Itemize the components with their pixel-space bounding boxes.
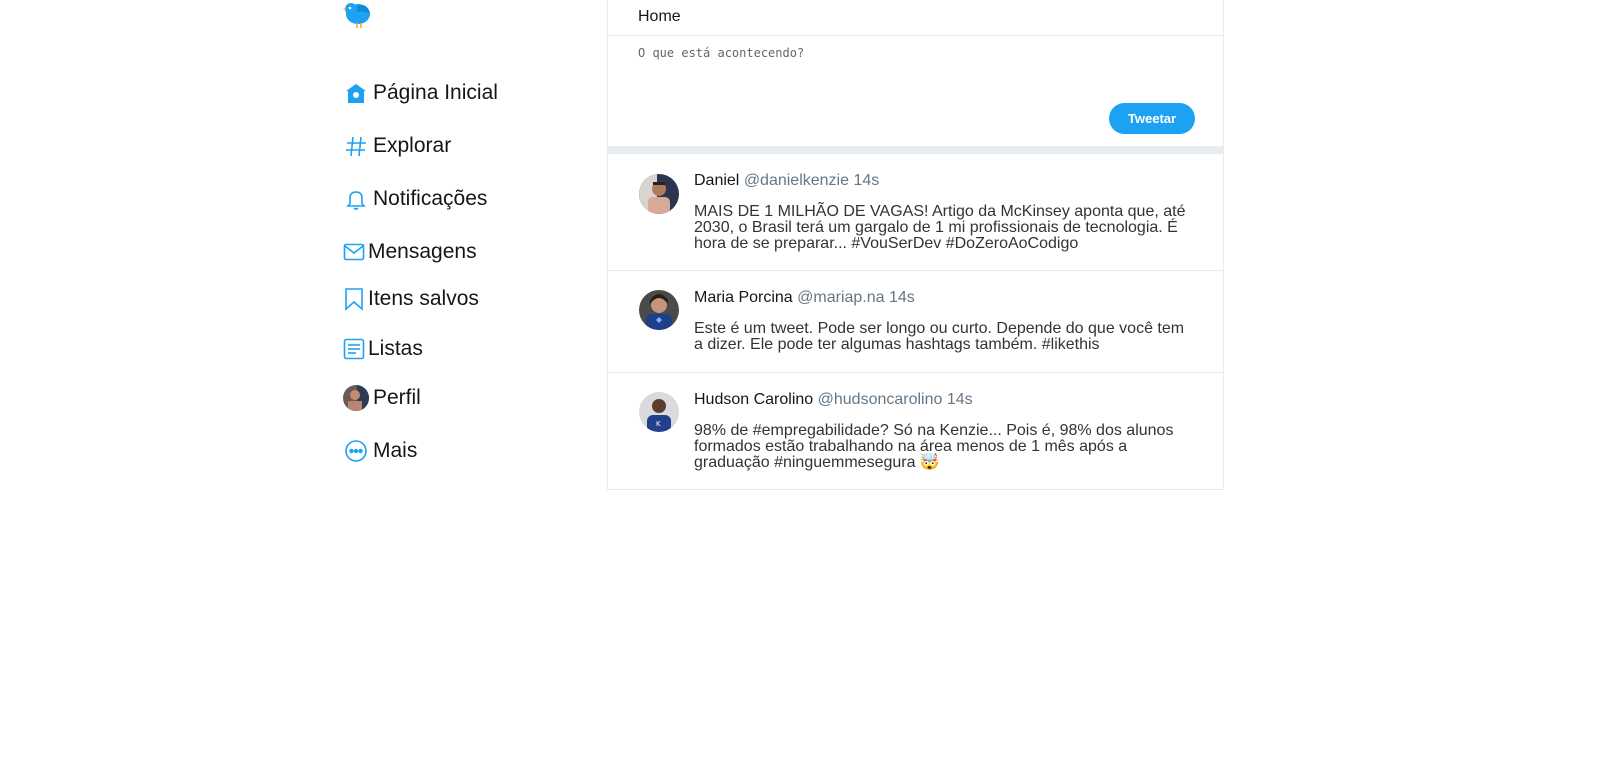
list-icon	[343, 336, 365, 362]
envelope-icon	[343, 239, 365, 265]
sidebar-item-label: Notificações	[373, 187, 488, 210]
avatar	[343, 385, 369, 411]
tweet-composer: Tweetar	[608, 36, 1223, 146]
hashtag-icon	[343, 133, 369, 159]
timeline: Home Tweetar Daniel @danielkenzie 14s MA…	[607, 0, 1224, 490]
tweet-time: 14s	[889, 289, 915, 306]
tweet-handle[interactable]: @hudsoncarolino	[818, 391, 943, 408]
tweet-author-name[interactable]: Hudson Carolino	[694, 391, 813, 408]
bird-logo-icon[interactable]	[343, 0, 375, 30]
tweet-meta: Daniel @danielkenzie 14s	[694, 172, 879, 190]
tweet-meta: Maria Porcina @mariap.na 14s	[694, 289, 915, 307]
tweet-meta: Hudson Carolino @hudsoncarolino 14s	[694, 391, 973, 409]
sidebar-item-label: Mensagens	[368, 240, 477, 263]
section-divider	[608, 146, 1223, 154]
sidebar-item-notifications[interactable]: Notificações	[343, 186, 487, 212]
home-icon	[343, 80, 369, 106]
tweet-button[interactable]: Tweetar	[1109, 103, 1195, 134]
page-title: Home	[608, 0, 1223, 36]
sidebar-item-lists[interactable]: Listas	[343, 336, 423, 362]
more-icon	[343, 438, 369, 464]
sidebar-item-label: Perfil	[373, 386, 421, 409]
tweet-item[interactable]: Daniel @danielkenzie 14s MAIS DE 1 MILHÃ…	[608, 154, 1223, 271]
tweet-text: Este é um tweet. Pode ser longo ou curto…	[694, 320, 1185, 353]
tweet-item[interactable]: Maria Porcina @mariap.na 14s Este é um t…	[608, 271, 1223, 373]
sidebar-item-profile[interactable]: Perfil	[343, 385, 421, 411]
sidebar-item-bookmarks[interactable]: Itens salvos	[343, 286, 479, 312]
avatar[interactable]	[639, 174, 679, 214]
sidebar-item-home[interactable]: Página Inicial	[343, 80, 498, 106]
tweet-handle[interactable]: @danielkenzie	[744, 172, 849, 189]
tweet-author-name[interactable]: Maria Porcina	[694, 289, 793, 306]
tweet-text: MAIS DE 1 MILHÃO DE VAGAS! Artigo da McK…	[694, 203, 1186, 252]
sidebar-item-more[interactable]: Mais	[343, 438, 417, 464]
sidebar-item-label: Itens salvos	[368, 287, 479, 310]
tweet-time: 14s	[853, 172, 880, 189]
tweet-time: 14s	[946, 391, 973, 408]
sidebar-item-label: Listas	[368, 337, 423, 360]
bookmark-icon	[343, 286, 365, 312]
sidebar-item-messages[interactable]: Mensagens	[343, 239, 477, 265]
sidebar-item-label: Página Inicial	[373, 81, 498, 104]
tweet-author-name[interactable]: Daniel	[694, 172, 739, 189]
tweet-input[interactable]	[638, 46, 1178, 86]
sidebar-item-label: Explorar	[373, 134, 452, 157]
tweet-item[interactable]: K Hudson Carolino @hudsoncarolino 14s 98…	[608, 373, 1223, 490]
sidebar-item-explore[interactable]: Explorar	[343, 133, 451, 159]
sidebar-item-label: Mais	[373, 439, 418, 462]
tweet-handle[interactable]: @mariap.na	[797, 289, 884, 306]
avatar[interactable]: K	[639, 392, 679, 432]
tweet-text: 98% de #empregabilidade? Só na Kenzie...…	[694, 422, 1174, 471]
svg-text:K: K	[656, 420, 661, 428]
avatar[interactable]	[639, 290, 679, 330]
bell-icon	[343, 186, 369, 212]
